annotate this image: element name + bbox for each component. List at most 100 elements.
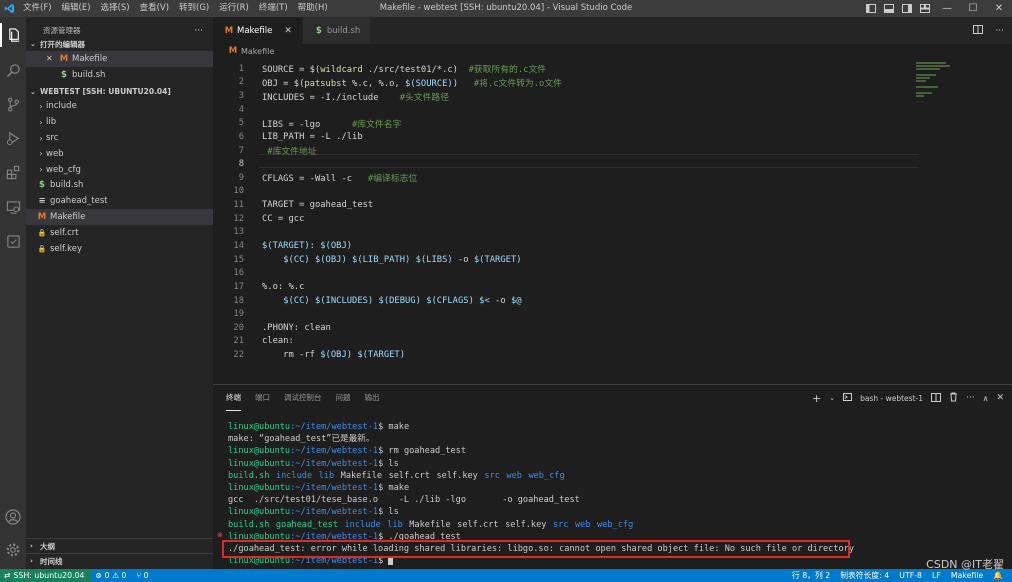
line-number: 8 bbox=[238, 159, 244, 170]
open-editor-label: Makefile bbox=[72, 53, 108, 64]
file-item[interactable]: $ build.sh bbox=[26, 178, 213, 194]
makefile-icon: M bbox=[224, 25, 234, 36]
editor-tabs: M Makefile ✕ $ build.sh ··· bbox=[213, 17, 1012, 44]
activity-bar bbox=[0, 17, 26, 569]
line-number: 7 bbox=[238, 145, 244, 156]
timeline-section[interactable]: › 时间线 bbox=[26, 553, 213, 568]
close-panel-icon[interactable]: ✕ bbox=[996, 393, 1004, 403]
menu-item[interactable]: 转到(G) bbox=[174, 0, 214, 17]
menu-item[interactable]: 查看(V) bbox=[135, 0, 174, 17]
more-actions-icon[interactable]: ··· bbox=[995, 26, 1004, 36]
extensions-icon[interactable] bbox=[0, 160, 26, 184]
account-icon[interactable] bbox=[0, 505, 26, 529]
menu-item[interactable]: 终端(T) bbox=[254, 0, 293, 17]
code-line: 9 CFLAGS = -Wall -c #编译标志位 bbox=[213, 171, 923, 185]
remote-indicator[interactable]: ⇄ SSH: ubuntu20.04 bbox=[0, 569, 91, 582]
folder-item[interactable]: › src bbox=[26, 130, 213, 146]
indentation[interactable]: 制表符长度: 4 bbox=[835, 570, 894, 581]
close-icon[interactable]: ✕ bbox=[284, 26, 292, 36]
folder-item[interactable]: › include bbox=[26, 99, 213, 115]
maximize-panel-icon[interactable]: ∧ bbox=[983, 394, 989, 403]
open-editor-makefile[interactable]: ✕ M Makefile bbox=[26, 51, 213, 67]
code-token: $( bbox=[293, 78, 305, 89]
testing-icon[interactable] bbox=[0, 229, 26, 253]
file-item[interactable]: 🔒 self.crt bbox=[26, 225, 213, 241]
settings-gear-icon[interactable] bbox=[0, 538, 26, 562]
search-icon[interactable] bbox=[0, 58, 26, 82]
file-item[interactable]: 🔒 self.key bbox=[26, 241, 213, 257]
minimap[interactable] bbox=[916, 62, 960, 102]
timeline-title: 时间线 bbox=[40, 556, 63, 566]
panel-tab[interactable]: 输出 bbox=[365, 385, 380, 411]
problems-count[interactable]: ⊗ 0 ⚠ 0 bbox=[91, 571, 132, 580]
folder-item[interactable]: › web_cfg bbox=[26, 162, 213, 178]
folder-item[interactable]: › lib bbox=[26, 114, 213, 130]
chevron-right-icon: › bbox=[30, 557, 33, 565]
prompt-user: linux@ubuntu bbox=[228, 422, 291, 432]
menu-item[interactable]: 编辑(E) bbox=[57, 0, 96, 17]
file-icon: ≡ bbox=[38, 196, 46, 207]
chevron-down-icon[interactable]: ⌄ bbox=[829, 394, 835, 402]
menu-item[interactable]: 文件(F) bbox=[18, 0, 57, 17]
notifications-bell-icon[interactable]: 🔔 bbox=[988, 571, 1008, 580]
prompt-user: linux@ubuntu bbox=[228, 482, 291, 493]
terminal-command: make bbox=[383, 422, 410, 432]
outline-section[interactable]: › 大纲 bbox=[26, 538, 213, 553]
more-actions-icon[interactable]: ··· bbox=[194, 26, 203, 36]
source-control-icon[interactable] bbox=[0, 92, 26, 116]
close-window-button[interactable]: ✕ bbox=[986, 0, 1012, 17]
customize-layout-icon[interactable] bbox=[916, 0, 934, 17]
ls-entry: build.sh bbox=[228, 470, 270, 481]
toggle-secondary-sidebar-icon[interactable] bbox=[898, 0, 916, 17]
file-item[interactable]: M Makefile bbox=[26, 209, 213, 225]
panel-tab[interactable]: 端口 bbox=[255, 385, 270, 411]
terminal-command: make bbox=[383, 482, 410, 493]
kill-terminal-icon[interactable] bbox=[949, 392, 958, 404]
code-line: 6 LIB_PATH = -L ./lib bbox=[213, 130, 923, 144]
folder-item[interactable]: › web bbox=[26, 146, 213, 162]
prompt-path: :~/item/webtest-1 bbox=[290, 482, 379, 493]
split-editor-icon[interactable] bbox=[973, 24, 984, 37]
terminal-name[interactable]: bash - webtest-1 bbox=[860, 394, 923, 403]
run-debug-icon[interactable] bbox=[0, 126, 26, 150]
tab-build-sh[interactable]: $ build.sh bbox=[302, 17, 372, 44]
cursor-position[interactable]: 行 8，列 2 bbox=[787, 570, 835, 581]
language-mode[interactable]: Makefile bbox=[946, 571, 988, 580]
remote-explorer-icon[interactable] bbox=[0, 195, 26, 219]
ls-entry: self.key bbox=[505, 519, 547, 530]
panel-tab[interactable]: 调试控制台 bbox=[284, 385, 322, 411]
panel-tab[interactable]: 终端 bbox=[226, 385, 241, 411]
encoding[interactable]: UTF-8 bbox=[894, 571, 927, 580]
watermark: CSDN @IT老翟 bbox=[926, 558, 1004, 571]
tree-item-label: self.key bbox=[50, 243, 82, 254]
more-actions-icon[interactable]: ··· bbox=[966, 393, 975, 403]
toggle-sidebar-icon[interactable] bbox=[862, 0, 880, 17]
new-terminal-icon[interactable]: + bbox=[812, 392, 821, 405]
open-editors-section[interactable]: ⌄ 打开的编辑器 bbox=[26, 37, 213, 51]
minimize-button[interactable]: — bbox=[934, 0, 960, 17]
code-editor[interactable]: 1 SOURCE = $(wildcard ./src/test01/*.c) #… bbox=[213, 58, 1012, 384]
tab-makefile[interactable]: M Makefile ✕ bbox=[213, 17, 303, 44]
command-error-marker-icon: ⊗ bbox=[217, 531, 223, 539]
menu-item[interactable]: 选择(S) bbox=[96, 0, 135, 17]
ports-count[interactable]: ⑂ 0 bbox=[131, 571, 153, 580]
chevron-right-icon: › bbox=[39, 101, 43, 111]
maximize-button[interactable]: ☐ bbox=[960, 0, 986, 17]
close-icon[interactable]: ✕ bbox=[46, 54, 58, 63]
file-item[interactable]: ≡ goahead_test bbox=[26, 193, 213, 209]
code-token: $(DEBUG) bbox=[378, 295, 421, 306]
split-terminal-icon[interactable] bbox=[931, 392, 941, 404]
panel-tab[interactable]: 问题 bbox=[336, 385, 351, 411]
prompt-user: linux@ubuntu bbox=[228, 507, 291, 518]
menu-item[interactable]: 帮助(H) bbox=[293, 0, 333, 17]
line-ending[interactable]: LF bbox=[927, 571, 946, 580]
terminal-line: make: “goahead_test”已是最新。 bbox=[228, 433, 1008, 445]
toggle-panel-icon[interactable] bbox=[880, 0, 898, 17]
shell-file-icon: $ bbox=[61, 69, 67, 80]
breadcrumb[interactable]: M Makefile bbox=[213, 44, 1012, 58]
explorer-icon[interactable] bbox=[0, 23, 26, 47]
open-editor-build-sh[interactable]: $ build.sh bbox=[26, 67, 213, 83]
code-token: #头文件路径 bbox=[378, 92, 449, 103]
workspace-section[interactable]: ⌄ WEBTEST [SSH: UBUNTU20.04] bbox=[26, 85, 213, 99]
menu-item[interactable]: 运行(R) bbox=[214, 0, 254, 17]
